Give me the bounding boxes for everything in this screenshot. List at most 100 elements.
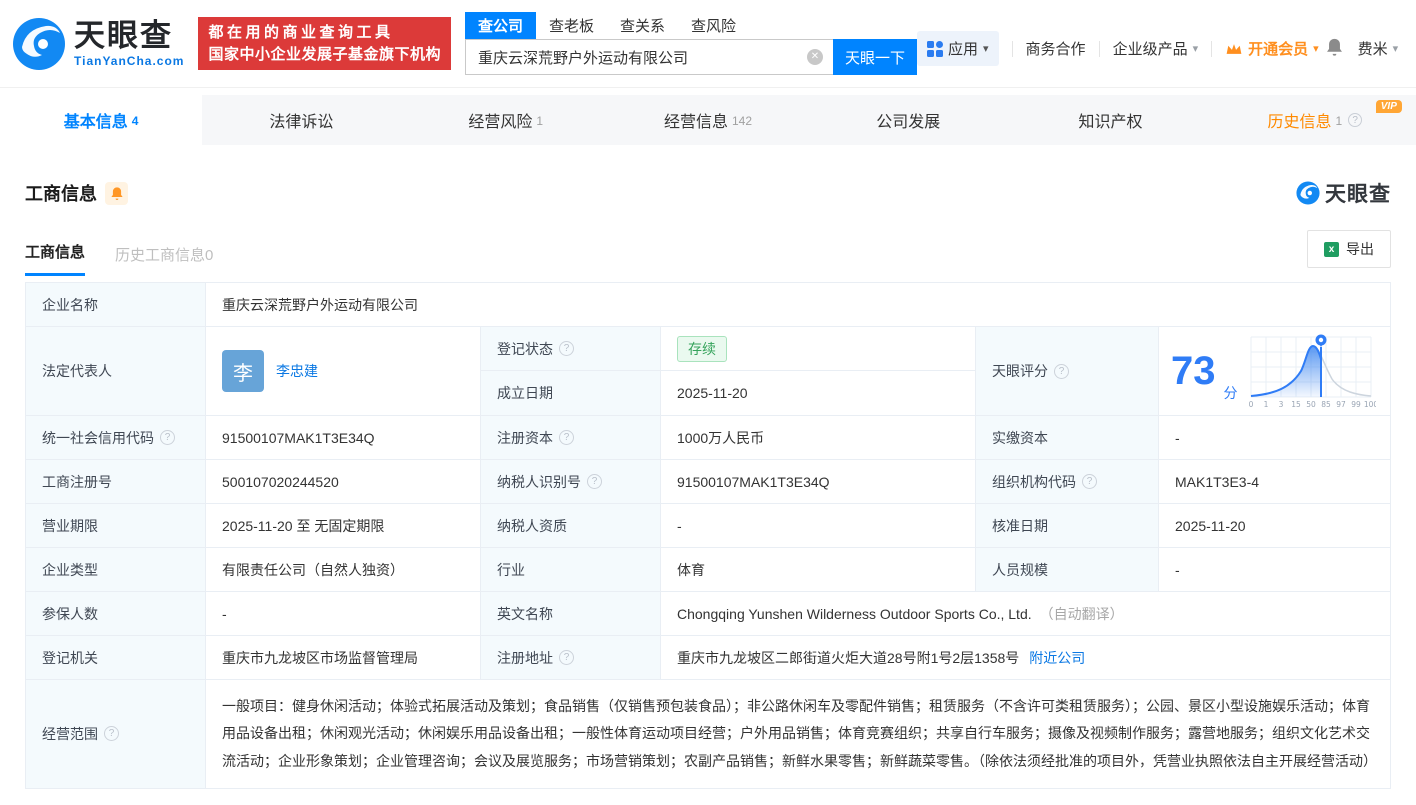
company-name-value: 重庆云深荒野户外运动有限公司 [206, 283, 1391, 327]
brand-slogan-banner: 都在用的商业查询工具 国家中小企业发展子基金旗下机构 [198, 16, 451, 71]
tab-label: 公司发展 [876, 114, 941, 131]
biz-term-label: 营业期限 [26, 504, 206, 548]
status-badge: 存续 [677, 335, 727, 362]
help-icon[interactable]: ? [160, 430, 175, 445]
apps-menu[interactable]: 应用 ▾ [917, 31, 999, 66]
top-navigation: 应用 ▾ 商务合作 企业级产品 ▾ 开通会员 ▾ 费米 ▾ [917, 31, 1398, 66]
help-icon[interactable]: ? [104, 726, 119, 742]
est-date-value: 2025-11-20 [677, 385, 748, 401]
uscc-value: 91500107MAK1T3E34Q [206, 416, 481, 460]
tab-label: 知识产权 [1078, 114, 1143, 131]
main-content: 工商信息 天眼查 工商信息 历史工商信息0 x 导出 企业名称 重庆云深荒野户外 [0, 178, 1416, 789]
approval-date-value: 2025-11-20 [1159, 504, 1391, 548]
brand-domain: TianYanCha.com [74, 53, 185, 68]
tab-count: 1 [536, 114, 544, 128]
search-tab-boss[interactable]: 查老板 [536, 12, 607, 39]
subtab-business-registration[interactable]: 工商信息 [25, 241, 86, 276]
search-tab-company[interactable]: 查公司 [465, 12, 537, 39]
est-date-label: 成立日期 [481, 371, 661, 415]
user-menu[interactable]: 费米 ▾ [1358, 38, 1399, 59]
uscc-label: 统一社会信用代码? [26, 416, 206, 460]
paid-capital-label: 实缴资本 [976, 416, 1159, 460]
svg-text:100: 100 [1363, 400, 1375, 409]
insured-count-value: - [206, 592, 481, 636]
notification-bell-icon[interactable] [1325, 37, 1344, 61]
legal-rep-value: 李 李忠建 [206, 327, 481, 416]
open-membership-menu[interactable]: 开通会员 ▾ [1225, 38, 1319, 59]
tab-basic-info[interactable]: 基本信息 4 [0, 95, 203, 145]
search-tab-relation[interactable]: 查关系 [607, 12, 678, 39]
slogan-line2: 国家中小企业发展子基金旗下机构 [208, 45, 441, 63]
tab-intellectual-property[interactable]: 知识产权 [1011, 95, 1213, 145]
industry-label: 行业 [481, 548, 661, 592]
export-button[interactable]: x 导出 [1307, 230, 1391, 268]
english-name-label: 英文名称 [481, 592, 661, 636]
enterprise-products-menu[interactable]: 企业级产品 ▾ [1113, 38, 1199, 59]
help-icon[interactable]: ? [559, 341, 574, 356]
legal-rep-link[interactable]: 李忠建 [276, 361, 318, 381]
tab-count: 1 [1335, 114, 1343, 128]
tab-count: 4 [131, 114, 139, 128]
search-button[interactable]: 天眼一下 [833, 39, 917, 75]
crown-icon [1226, 43, 1242, 54]
tab-label: 历史信息 [1267, 114, 1332, 131]
reg-address-label: 注册地址? [481, 636, 661, 680]
svg-text:85: 85 [1321, 400, 1331, 409]
staff-size-value: - [1159, 548, 1391, 592]
section-title: 工商信息 [25, 184, 97, 204]
chevron-down-icon: ▾ [1192, 43, 1199, 55]
search-tabs: 查公司 查老板 查关系 查风险 [465, 12, 917, 39]
taxpayer-id-value: 91500107MAK1T3E34Q [661, 460, 976, 504]
business-scope-value: 一般项目：健身休闲活动；体验式拓展活动及策划；食品销售（仅销售预包装食品）；非公… [206, 680, 1391, 789]
tianyancha-watermark: 天眼查 [1296, 178, 1391, 208]
help-icon[interactable]: ? [1054, 363, 1069, 379]
taxpayer-id-label: 纳税人识别号? [481, 460, 661, 504]
score-value: 73 分 0 1 3 15 50 85 97 99 100 [1159, 327, 1391, 416]
svg-text:3: 3 [1278, 400, 1283, 409]
help-icon[interactable]: ? [587, 474, 602, 489]
tab-history-info[interactable]: VIP 历史信息 1 ? [1214, 95, 1416, 145]
subtab-history-registration[interactable]: 历史工商信息0 [115, 244, 213, 276]
top-header: 天眼查 TianYanCha.com 都在用的商业查询工具 国家中小企业发展子基… [0, 0, 1416, 88]
help-icon[interactable]: ? [1348, 113, 1363, 127]
help-icon[interactable]: ? [559, 430, 574, 445]
clear-input-icon[interactable]: ✕ [807, 49, 823, 65]
help-icon[interactable]: ? [559, 650, 574, 665]
company-type-value: 有限责任公司（自然人独资） [206, 548, 481, 592]
auto-translate-note: （自动翻译） [1039, 605, 1124, 622]
tab-company-development[interactable]: 公司发展 [809, 95, 1011, 145]
status-date-subtable: 登记状态? 存续 成立日期 2025-11-20 [481, 327, 976, 416]
taxpayer-qual-value: - [661, 504, 976, 548]
score-axis-ticks: 0 1 3 15 50 85 97 99 100 [1248, 400, 1375, 409]
tab-count: 142 [731, 114, 752, 128]
watermark-label: 天眼查 [1325, 183, 1391, 206]
reg-number-value: 500107020244520 [206, 460, 481, 504]
export-label: 导出 [1346, 241, 1374, 257]
apps-grid-icon [927, 40, 943, 57]
search-input[interactable] [465, 39, 833, 75]
tab-label: 法律诉讼 [269, 114, 334, 131]
nearby-companies-link[interactable]: 附近公司 [1029, 648, 1085, 668]
divider [1211, 40, 1213, 57]
search-tab-risk[interactable]: 查风险 [678, 12, 749, 39]
divider [1011, 40, 1013, 57]
avatar[interactable]: 李 [222, 350, 264, 392]
subscribe-bell-icon[interactable] [105, 181, 128, 205]
company-type-label: 企业类型 [26, 548, 206, 592]
business-scope-label: 经营范围? [26, 680, 206, 789]
business-cooperation-link[interactable]: 商务合作 [1026, 38, 1086, 59]
help-icon[interactable]: ? [1082, 474, 1097, 489]
excel-icon: x [1324, 241, 1339, 257]
svg-text:1: 1 [1263, 400, 1268, 409]
svg-text:50: 50 [1306, 400, 1316, 409]
score-label: 天眼评分? [976, 327, 1159, 416]
reg-status-label: 登记状态? [481, 327, 661, 371]
tab-legal-proceedings[interactable]: 法律诉讼 [202, 95, 404, 145]
legal-rep-label: 法定代表人 [26, 327, 206, 416]
svg-text:0: 0 [1248, 400, 1253, 409]
tab-operational-risk[interactable]: 经营风险 1 [405, 95, 607, 145]
tianyancha-logo[interactable]: 天眼查 TianYanCha.com [12, 17, 184, 71]
staff-size-label: 人员规模 [976, 548, 1159, 592]
biz-term-value: 2025-11-20 至 无固定期限 [206, 504, 481, 548]
tab-business-info[interactable]: 经营信息 142 [607, 95, 809, 145]
